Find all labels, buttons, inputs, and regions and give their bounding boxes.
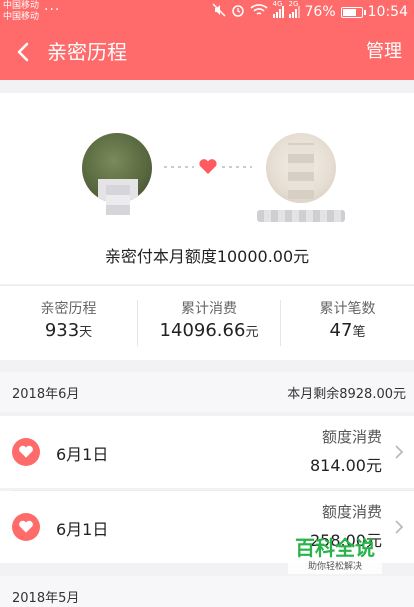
watermark-title: 百科全说 <box>295 536 375 560</box>
network-type-1: 4G <box>272 0 283 8</box>
battery-icon <box>340 6 366 18</box>
signal-icon-1: 4G <box>272 0 284 18</box>
status-bar: 中国移动 中国移动 ... 4G 2G 76% 10:54 <box>0 0 414 24</box>
transaction-date: 6月1日 <box>56 520 109 539</box>
heart-icon <box>198 159 218 175</box>
stat-label: 累计消费 <box>181 301 237 317</box>
notification-more-icon: ... <box>44 0 61 14</box>
nav-bar: 亲密历程 管理 <box>0 24 414 80</box>
stat-days: 亲密历程 933天 <box>0 286 137 360</box>
intimacy-summary-card: 亲密付本月额度10000.00元 <box>0 93 414 284</box>
transaction-amount: 814.00元 <box>310 456 382 475</box>
partner-name-mosaic <box>257 210 345 222</box>
clock: 10:54 <box>367 4 408 20</box>
stats-bar: 亲密历程 933天 累计消费 14096.66元 累计笔数 47笔 <box>0 285 414 360</box>
back-arrow-icon[interactable] <box>12 40 36 64</box>
wifi-icon <box>249 3 268 21</box>
connection-link <box>160 159 254 175</box>
watermark-logo: 百科全说 助你轻松解决 <box>288 536 382 574</box>
watermark-subtitle: 助你轻松解决 <box>288 560 382 574</box>
battery-percent: 76% <box>304 4 336 20</box>
transaction-row[interactable]: 6月1日 额度消费 814.00元 <box>0 416 414 488</box>
carrier-label-1: 中国移动 <box>3 1 40 11</box>
month-label: 2018年5月 <box>12 591 80 606</box>
carrier-info: 中国移动 中国移动 <box>3 1 39 23</box>
month-label: 2018年6月 <box>12 387 80 402</box>
stat-label: 累计笔数 <box>319 301 376 317</box>
mute-icon <box>211 3 226 21</box>
signal-icon-2: 2G <box>288 0 300 18</box>
chevron-right-icon <box>394 444 404 460</box>
partner-avatar[interactable] <box>266 133 336 203</box>
heart-icon <box>12 513 40 541</box>
page-title: 亲密历程 <box>47 40 127 64</box>
stat-count: 累计笔数 47笔 <box>281 286 414 360</box>
month-header: 2018年6月 本月剩余8928.00元 <box>0 372 414 412</box>
stat-value: 47笔 <box>329 320 366 341</box>
manage-button[interactable]: 管理 <box>366 38 402 66</box>
stat-label: 亲密历程 <box>40 301 97 317</box>
monthly-quota-text: 亲密付本月额度10000.00元 <box>104 247 310 266</box>
stat-value: 14096.66元 <box>159 320 259 341</box>
avatar-mosaic <box>106 185 130 215</box>
transaction-date: 6月1日 <box>56 445 109 464</box>
month-header: 2018年5月 <box>0 576 414 607</box>
stat-value: 933天 <box>44 320 93 341</box>
stat-total-spent: 累计消费 14096.66元 <box>138 286 280 360</box>
month-remaining: 本月剩余8928.00元 <box>287 387 406 402</box>
transaction-type: 额度消费 <box>321 428 382 446</box>
transaction-type: 额度消费 <box>321 503 382 521</box>
alarm-icon <box>231 3 245 21</box>
heart-icon <box>12 438 40 466</box>
chevron-right-icon <box>394 519 404 535</box>
carrier-label-2: 中国移动 <box>3 12 40 22</box>
